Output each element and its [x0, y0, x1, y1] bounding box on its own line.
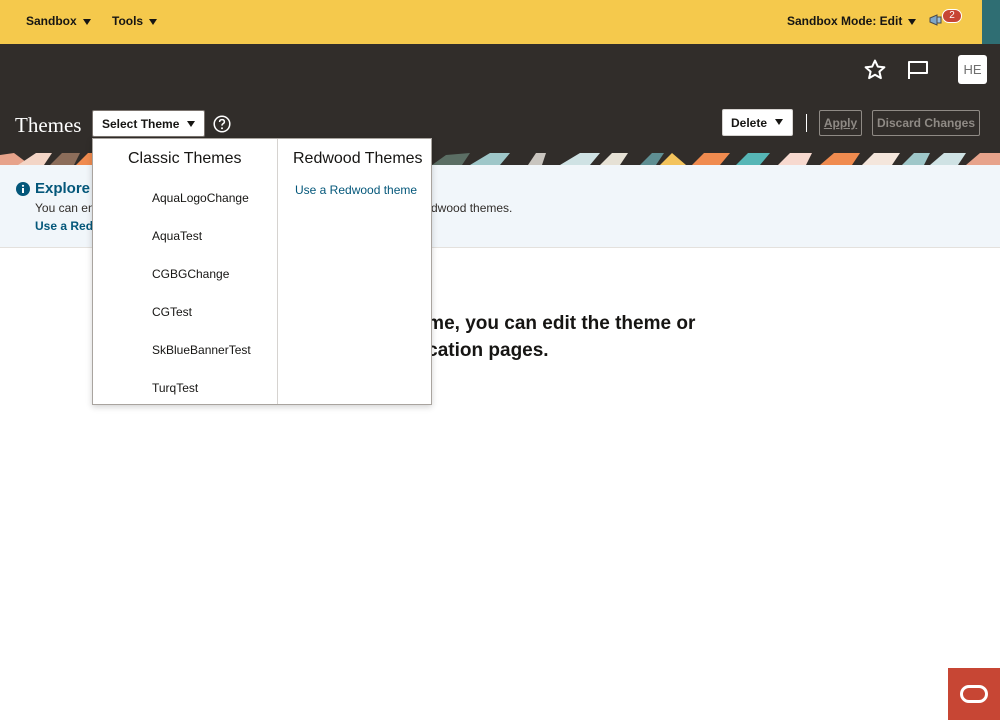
main-message: heme, you can edit the theme or plicatio… [405, 310, 695, 364]
theme-item-aquatest[interactable]: AquaTest [152, 229, 202, 243]
info-banner-text: You can en [35, 201, 95, 215]
star-icon[interactable] [863, 58, 887, 82]
sandbox-menu-label: Sandbox [26, 14, 77, 28]
classic-themes-heading: Classic Themes [128, 150, 242, 167]
global-header: HE Themes Select Theme Delete Apply Disc… [0, 44, 1000, 153]
discard-changes-button[interactable]: Discard Changes [872, 110, 980, 136]
chevron-down-icon [908, 19, 917, 25]
redwood-themes-heading: Redwood Themes [293, 150, 423, 167]
theme-item-cgbgchange[interactable]: CGBGChange [152, 267, 229, 281]
oracle-logo-icon [960, 685, 988, 703]
page-title: Themes [15, 113, 82, 137]
sandbox-mode-label: Sandbox Mode: Edit [787, 14, 903, 28]
flag-icon[interactable] [906, 58, 930, 82]
select-theme-button[interactable]: Select Theme [92, 110, 205, 137]
dropdown-divider [277, 139, 278, 404]
tools-menu-label: Tools [112, 14, 144, 28]
theme-dropdown: Classic Themes AquaLogoChange AquaTest C… [92, 138, 432, 405]
chevron-down-icon [82, 19, 91, 25]
sandbox-menu[interactable]: Sandbox [26, 14, 91, 28]
main-message-line2: plication pages. [405, 340, 549, 361]
theme-item-aqualogochange[interactable]: AquaLogoChange [152, 191, 249, 205]
avatar[interactable]: HE [958, 55, 987, 84]
sandbox-bar: Sandbox Tools Sandbox Mode: Edit 2 [0, 0, 1000, 44]
select-theme-label: Select Theme [102, 116, 180, 131]
notification-badge[interactable]: 2 [942, 9, 962, 23]
oracle-digital-assistant-button[interactable] [948, 668, 1000, 720]
use-redwood-theme-link[interactable]: Use a Redwood theme [295, 183, 417, 197]
theme-item-turqtest[interactable]: TurqTest [152, 381, 198, 395]
chevron-down-icon [775, 119, 783, 125]
theme-item-cgtest[interactable]: CGTest [152, 305, 192, 319]
info-banner-text-tail: dwood themes. [431, 201, 513, 215]
tools-menu[interactable]: Tools [112, 14, 158, 28]
info-banner-title: Explore [35, 180, 91, 197]
toolbar-separator [806, 114, 807, 132]
main-message-line1: heme, you can edit the theme or [405, 313, 696, 334]
sandbox-mode-menu[interactable]: Sandbox Mode: Edit [787, 14, 917, 28]
sandbox-bar-accent [982, 0, 1000, 44]
theme-item-skbluebannertest[interactable]: SkBlueBannerTest [152, 343, 251, 357]
delete-button[interactable]: Delete [722, 109, 793, 136]
use-redwood-link[interactable]: Use a Red [35, 219, 93, 233]
help-icon[interactable] [213, 115, 231, 133]
delete-label: Delete [731, 115, 768, 130]
chevron-down-icon [187, 121, 195, 127]
apply-button[interactable]: Apply [819, 110, 862, 136]
info-icon [16, 182, 30, 196]
chevron-down-icon [149, 19, 158, 25]
